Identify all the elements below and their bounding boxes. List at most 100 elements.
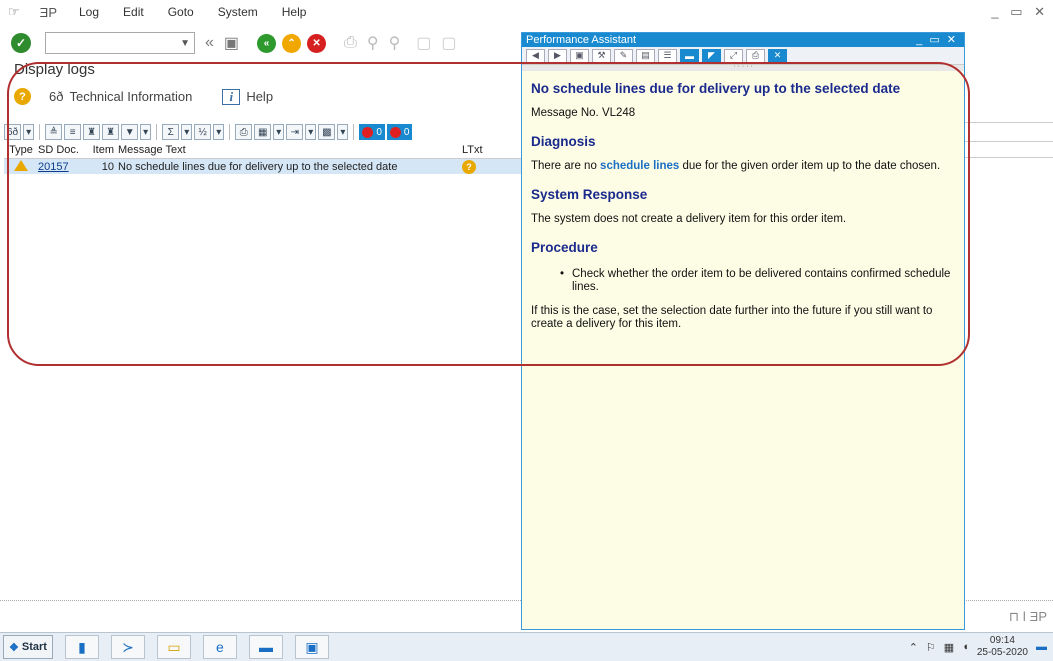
diagnosis-heading: Diagnosis <box>531 134 596 149</box>
clock[interactable]: 09:14 25-05-2020 <box>977 635 1028 659</box>
zoom-icon[interactable]: ⤢ <box>724 48 743 63</box>
save-icon[interactable]: ▣ <box>224 33 239 53</box>
server-manager-icon[interactable]: ▮ <box>64 635 99 659</box>
dock-icon[interactable]: ▬ <box>680 48 699 63</box>
glasses-icon[interactable]: 6ð <box>49 89 63 104</box>
tools-icon[interactable]: ⚒ <box>592 48 611 63</box>
chevron-up-icon[interactable]: ⌃ <box>909 641 918 654</box>
help-question-icon[interactable]: ? <box>14 88 31 105</box>
enter-button[interactable]: ✓ <box>11 33 31 53</box>
message-heading: No schedule lines due for delivery up to… <box>531 81 901 96</box>
assistant-content: No schedule lines due for delivery up to… <box>522 71 964 341</box>
first-page-icon[interactable]: ▢ <box>416 33 431 53</box>
assistant-window-controls[interactable]: _ ▭ ✕ <box>916 33 958 46</box>
total-dropdown-icon[interactable]: ▾ <box>181 124 193 140</box>
menu-help[interactable]: Help <box>282 5 307 19</box>
print-icon[interactable]: ⎙ <box>344 34 357 52</box>
menu-log[interactable]: Log <box>79 5 99 19</box>
volume-icon[interactable]: ◖ <box>962 641 969 653</box>
windows-logo-icon: ❖ <box>9 641 19 654</box>
views-icon[interactable]: ▦ <box>254 124 272 140</box>
subtotal-dropdown-icon[interactable]: ▾ <box>213 124 225 140</box>
start-button[interactable]: ❖ Start <box>3 635 53 659</box>
system-response-heading: System Response <box>531 187 648 202</box>
details-icon[interactable]: 6ð <box>4 124 22 140</box>
col-message-text[interactable]: Message Text <box>114 144 462 158</box>
back-icon[interactable]: ◀ <box>526 48 545 63</box>
col-sd-doc[interactable]: SD Doc. <box>38 144 88 158</box>
notifications-icon[interactable]: ▬ <box>1036 641 1047 653</box>
technical-info-icon[interactable]: ▣ <box>570 48 589 63</box>
edit-icon[interactable]: ✎ <box>614 48 633 63</box>
exit-icon[interactable]: ☞ <box>8 4 20 20</box>
col-type[interactable]: Type <box>4 144 38 158</box>
export-icon[interactable]: ⇥ <box>286 124 304 140</box>
flag-icon[interactable]: ⚐ <box>926 641 936 654</box>
help-button[interactable]: Help <box>246 89 273 104</box>
long-text-icon[interactable]: ? <box>462 159 476 174</box>
dropdown-icon[interactable]: ▾ <box>23 124 35 140</box>
layout-dropdown-icon[interactable]: ▾ <box>337 124 349 140</box>
table-row[interactable]: 20157 10 No schedule lines due for deliv… <box>4 159 524 174</box>
exit-button[interactable]: ⌃ <box>282 33 302 53</box>
filter-icon[interactable]: ▼ <box>121 124 139 140</box>
back-button[interactable]: « <box>257 33 277 53</box>
find-next-icon[interactable]: ♜ <box>102 124 120 140</box>
prev-page-icon[interactable]: ▢ <box>441 33 456 53</box>
background-panel <box>964 142 1053 158</box>
remote-desktop-icon[interactable]: ▣ <box>294 635 329 659</box>
find-icon[interactable]: ♜ <box>83 124 101 140</box>
schedule-lines-link[interactable]: schedule lines <box>600 160 679 172</box>
stop-count-button[interactable]: 0 <box>359 124 385 140</box>
export-dropdown-icon[interactable]: ▾ <box>305 124 317 140</box>
sap-menu-icon[interactable]: ƎP <box>40 5 57 20</box>
alv-toolbar: 6ð ▾ ≜ ≡ ♜ ♜ ▼ ▾ Σ ▾ ½ ▾ ⎙ ▦ ▾ ⇥ ▾ ▩ ▾ 0… <box>4 123 413 141</box>
system-response-text: The system does not create a delivery it… <box>531 213 847 225</box>
procedure-item: Check whether the order item to be deliv… <box>531 268 955 294</box>
sort-descending-icon[interactable]: ≡ <box>64 124 82 140</box>
layout-icon[interactable]: ▩ <box>318 124 336 140</box>
subtotal-icon[interactable]: ½ <box>194 124 212 140</box>
internet-explorer-icon[interactable]: e <box>202 635 237 659</box>
col-item[interactable]: Item <box>88 144 114 158</box>
close-icon[interactable]: ✕ <box>768 48 787 63</box>
powershell-icon[interactable]: ≻ <box>110 635 145 659</box>
window-controls[interactable]: _ ▭ ✕ <box>991 4 1049 20</box>
sap-logon-icon[interactable]: ▬ <box>248 635 283 659</box>
menu-edit[interactable]: Edit <box>123 5 144 19</box>
error-icon <box>389 126 401 138</box>
double-chevron-left-icon[interactable]: « <box>205 34 214 52</box>
procedure-heading: Procedure <box>531 240 598 255</box>
assistant-title: Performance Assistant <box>526 34 637 46</box>
cancel-button[interactable]: ✕ <box>307 33 327 53</box>
error-count-button[interactable]: 0 <box>386 124 413 140</box>
menu-bar: ☞ ƎP Log Edit Goto System Help _ ▭ ✕ <box>0 0 1053 24</box>
list-icon[interactable]: ☰ <box>658 48 677 63</box>
print-icon[interactable]: ⎙ <box>746 48 765 63</box>
total-icon[interactable]: Σ <box>162 124 180 140</box>
status-lock-icon[interactable]: ⊓ ǀ ƎP <box>1009 609 1047 625</box>
find-next-icon[interactable]: ⚲ <box>389 33 401 53</box>
chevron-down-icon[interactable]: ▼ <box>180 38 190 49</box>
find-icon[interactable]: ⚲ <box>367 33 379 53</box>
filter-dropdown-icon[interactable]: ▾ <box>140 124 152 140</box>
sd-doc-link[interactable]: 20157 <box>38 161 69 173</box>
menu-system[interactable]: System <box>218 5 258 19</box>
table-header: Type SD Doc. Item Message Text LTxt <box>4 144 524 159</box>
menu-goto[interactable]: Goto <box>168 5 194 19</box>
system-tray: ⌃ ⚐ ▦ ◖ 09:14 25-05-2020 ▬ <box>909 635 1047 659</box>
print-preview-icon[interactable]: ⎙ <box>235 124 253 140</box>
window-icon[interactable]: ◤ <box>702 48 721 63</box>
forward-icon[interactable]: ▶ <box>548 48 567 63</box>
diagnosis-text: There are no schedule lines due for the … <box>531 160 941 172</box>
col-ltxt[interactable]: LTxt <box>462 144 502 158</box>
document-icon[interactable]: ▤ <box>636 48 655 63</box>
views-dropdown-icon[interactable]: ▾ <box>273 124 285 140</box>
info-icon[interactable]: i <box>222 88 241 105</box>
sort-ascending-icon[interactable]: ≜ <box>45 124 63 140</box>
file-explorer-icon[interactable]: ▭ <box>156 635 191 659</box>
network-icon[interactable]: ▦ <box>944 641 954 654</box>
command-field[interactable]: ▼ <box>45 32 195 54</box>
technical-information-button[interactable]: Technical Information <box>69 89 192 104</box>
stop-count: 0 <box>376 126 382 138</box>
